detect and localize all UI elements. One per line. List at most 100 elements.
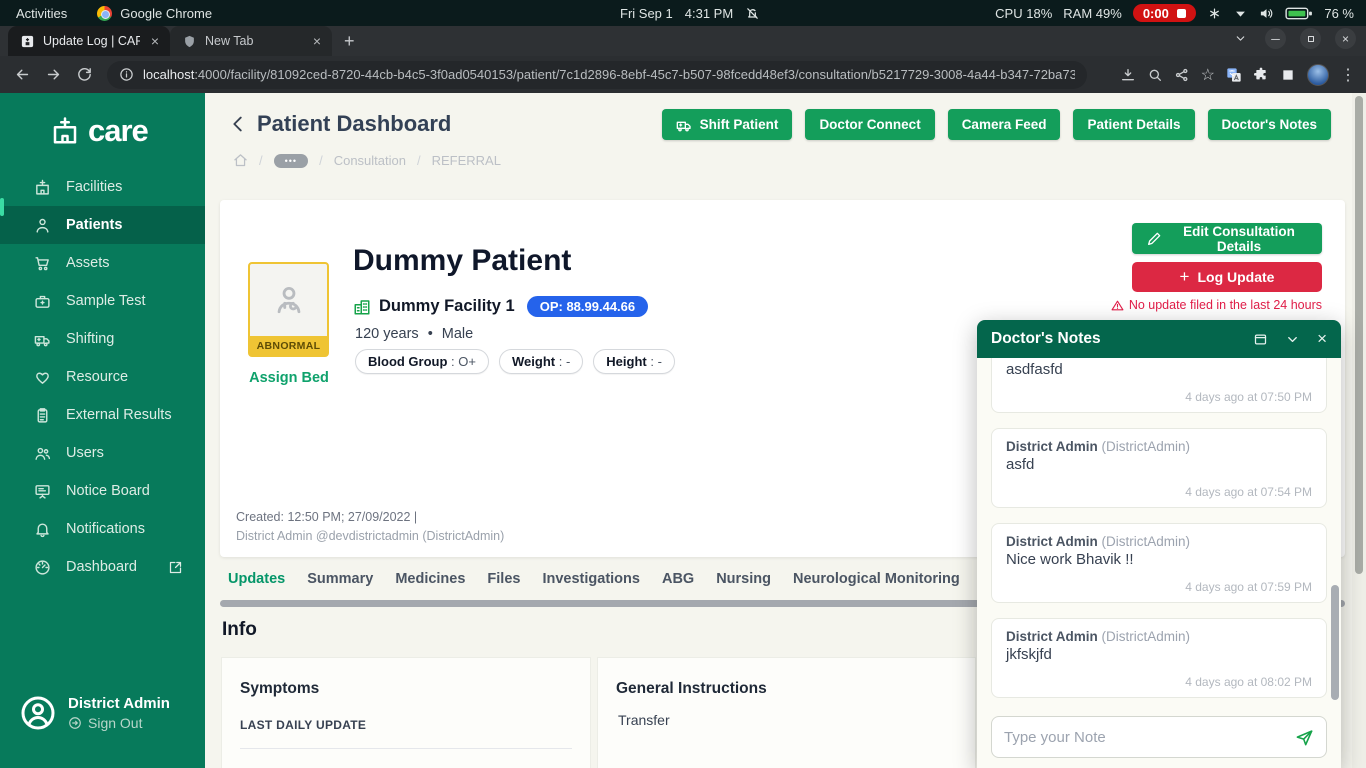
- note-message-asdfasfd: asdfasfd 4 days ago at 07:50 PM: [991, 358, 1327, 413]
- home-icon[interactable]: [233, 153, 248, 168]
- sidebar-item-external-results[interactable]: External Results: [0, 396, 205, 434]
- bookmark-star-icon[interactable]: ☆: [1201, 65, 1215, 85]
- doctors-notes-header[interactable]: Doctor's Notes ×: [977, 320, 1341, 358]
- tab-search-icon[interactable]: [1230, 28, 1251, 49]
- consultation-tab-updates[interactable]: Updates: [228, 571, 285, 587]
- back-chevron-icon[interactable]: [227, 113, 249, 135]
- extensions-icon[interactable]: [1253, 67, 1269, 83]
- shield-favicon-icon: [182, 34, 197, 49]
- sidebar-item-sample-test[interactable]: Sample Test: [0, 282, 205, 320]
- input-method-icon[interactable]: [1207, 6, 1222, 21]
- activities-button[interactable]: Activities: [16, 6, 67, 21]
- dashboard-icon: [34, 559, 51, 576]
- action-button-patient-details[interactable]: Patient Details: [1073, 109, 1194, 140]
- breadcrumb-consultation[interactable]: Consultation: [334, 153, 406, 168]
- consultation-tab-abg[interactable]: ABG: [662, 571, 694, 587]
- consultation-tab-neurological-monitoring[interactable]: Neurological Monitoring: [793, 571, 960, 587]
- care-logo-icon: [50, 116, 80, 146]
- translate-icon[interactable]: [1226, 67, 1242, 83]
- install-icon[interactable]: [1120, 67, 1136, 83]
- consultation-tab-summary[interactable]: Summary: [307, 571, 373, 587]
- external-link-icon: [168, 560, 183, 575]
- consultation-tab-investigations[interactable]: Investigations: [542, 571, 640, 587]
- zoom-icon[interactable]: [1147, 67, 1163, 83]
- header-actions: Shift Patient Doctor Connect Camera Feed…: [662, 109, 1331, 140]
- facility-name: Dummy Facility 1: [379, 297, 515, 316]
- care-logo[interactable]: care: [50, 113, 148, 149]
- url-text: localhost:4000/facility/81092ced-8720-44…: [143, 67, 1075, 82]
- close-panel-icon[interactable]: ×: [1317, 329, 1327, 349]
- browser-menu-icon[interactable]: ⋮: [1340, 65, 1356, 85]
- sidebar-item-shifting[interactable]: Shifting: [0, 320, 205, 358]
- time-label: 4:31 PM: [685, 6, 733, 21]
- page-scrollbar[interactable]: [1352, 93, 1366, 768]
- focused-app-indicator[interactable]: Google Chrome: [97, 6, 212, 21]
- consultation-tab-medicines[interactable]: Medicines: [395, 571, 465, 587]
- tab-close-icon[interactable]: ×: [310, 33, 324, 49]
- sidebar-item-facilities[interactable]: Facilities: [0, 168, 205, 206]
- consultation-tab-files[interactable]: Files: [487, 571, 520, 587]
- browser-tab-update-log-care[interactable]: Update Log | CARE ×: [8, 26, 170, 56]
- new-tab-button[interactable]: +: [344, 31, 355, 52]
- close-window-button[interactable]: ×: [1335, 28, 1356, 49]
- action-button-doctor-s-notes[interactable]: Doctor's Notes: [1208, 109, 1331, 140]
- reload-button[interactable]: [76, 66, 93, 83]
- log-update-button[interactable]: + Log Update: [1132, 262, 1322, 292]
- doctor-placeholder-icon: [250, 282, 327, 316]
- action-button-shift-patient[interactable]: Shift Patient: [662, 109, 793, 140]
- sidebar-item-dashboard[interactable]: Dashboard: [0, 548, 205, 586]
- notes-scrollbar[interactable]: [1331, 585, 1339, 700]
- screen-recording-indicator[interactable]: 0:00: [1133, 4, 1196, 22]
- sidebar-item-resource[interactable]: Resource: [0, 358, 205, 396]
- page-scrollbar-thumb[interactable]: [1355, 96, 1363, 574]
- heart-icon: [34, 369, 51, 386]
- attribute-badges: Blood Group : O+ Weight : - Height : -: [355, 349, 675, 374]
- browser-tab-new-tab[interactable]: New Tab ×: [170, 26, 332, 56]
- bell-icon: [34, 521, 51, 538]
- sidebar: care Facilities Patients Assets: [0, 93, 205, 768]
- tab-close-icon[interactable]: ×: [148, 33, 162, 49]
- ambulance-icon: [676, 117, 692, 133]
- doctors-notes-panel: Doctor's Notes × asdfasfd 4 days ago at …: [977, 320, 1341, 768]
- maximize-button[interactable]: [1300, 28, 1321, 49]
- note-input[interactable]: [1004, 729, 1295, 746]
- sidebar-item-notice-board[interactable]: Notice Board: [0, 472, 205, 510]
- breadcrumb-ellipsis[interactable]: •••: [274, 154, 308, 168]
- minimize-button[interactable]: ─: [1265, 28, 1286, 49]
- back-button[interactable]: [14, 66, 31, 83]
- patient-name: Dummy Patient: [353, 244, 571, 278]
- clock[interactable]: Fri Sep 1 4:31 PM: [620, 0, 760, 26]
- sidebar-item-notifications[interactable]: Notifications: [0, 510, 205, 548]
- send-note-icon[interactable]: [1295, 728, 1314, 747]
- stop-recording-icon: [1177, 9, 1186, 18]
- site-info-icon[interactable]: [119, 67, 134, 82]
- patient-avatar: ABNORMAL: [248, 262, 329, 357]
- consultation-tab-nursing[interactable]: Nursing: [716, 571, 771, 587]
- address-bar[interactable]: localhost:4000/facility/81092ced-8720-44…: [107, 61, 1087, 89]
- user-name: District Admin: [68, 695, 170, 712]
- assign-bed-link[interactable]: Assign Bed: [242, 370, 336, 386]
- profile-avatar[interactable]: [1307, 64, 1329, 86]
- sidebar-item-assets[interactable]: Assets: [0, 244, 205, 282]
- sidebar-item-patients[interactable]: Patients: [0, 206, 205, 244]
- collapse-panel-icon[interactable]: [1285, 332, 1300, 347]
- action-button-doctor-connect[interactable]: Doctor Connect: [805, 109, 934, 140]
- forward-button[interactable]: [45, 66, 62, 83]
- share-icon[interactable]: [1174, 67, 1190, 83]
- sidebar-user-block[interactable]: District Admin Sign Out: [20, 695, 170, 731]
- network-icon[interactable]: [1233, 6, 1248, 21]
- op-number-badge: OP: 88.99.44.66: [527, 296, 648, 317]
- edit-consultation-button[interactable]: Edit Consultation Details: [1132, 223, 1322, 254]
- battery-icon[interactable]: [1285, 6, 1314, 21]
- action-button-camera-feed[interactable]: Camera Feed: [948, 109, 1061, 140]
- sign-out-button[interactable]: Sign Out: [68, 715, 170, 731]
- browser-tabs: Update Log | CARE × New Tab ×: [8, 26, 332, 56]
- attribute-pill-weight: Weight : -: [499, 349, 583, 374]
- expand-panel-icon[interactable]: [1253, 332, 1268, 347]
- clipboard-icon: [34, 407, 51, 424]
- volume-icon[interactable]: [1259, 6, 1274, 21]
- facility-icon: [353, 298, 371, 316]
- patient-age-sex: 120 years • Male: [355, 326, 473, 342]
- side-panel-icon[interactable]: [1280, 67, 1296, 83]
- sidebar-item-users[interactable]: Users: [0, 434, 205, 472]
